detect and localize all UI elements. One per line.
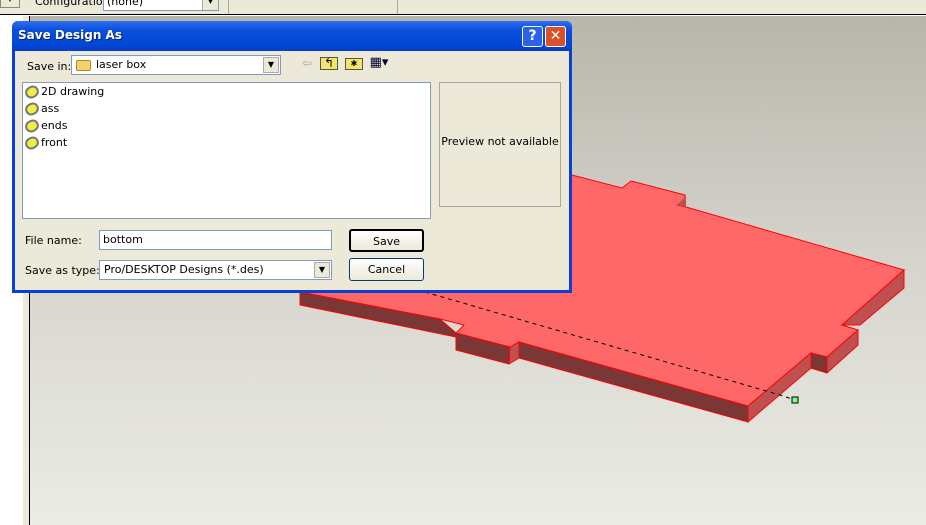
preview-pane: Preview not available <box>439 82 561 207</box>
help-button[interactable]: ? <box>522 26 543 47</box>
save-button[interactable]: Save <box>349 229 424 252</box>
design-file-icon <box>22 134 42 152</box>
folder-icon <box>76 59 91 71</box>
file-name: ends <box>41 119 68 132</box>
file-item[interactable]: front <box>22 134 430 152</box>
file-name: front <box>41 136 68 149</box>
file-item[interactable]: ass <box>22 100 430 118</box>
close-button[interactable]: ✕ <box>545 26 566 47</box>
chevron-down-icon[interactable]: ▼ <box>263 57 279 73</box>
dialog-titlebar[interactable]: Save Design As ? ✕ <box>12 21 572 51</box>
save-in-label: Save in: <box>27 60 72 73</box>
save-as-type-value: Pro/DESKTOP Designs (*.des) <box>104 263 264 276</box>
cancel-button[interactable]: Cancel <box>349 258 424 281</box>
save-in-select[interactable]: laser box ▼ <box>71 55 281 75</box>
save-design-as-dialog: Save Design As ? ✕ Save in: laser box ▼ … <box>12 21 572 293</box>
file-item[interactable]: 2D drawing <box>22 83 430 101</box>
file-name-label: File name: <box>25 234 82 247</box>
file-item[interactable]: ends <box>22 117 430 135</box>
file-name-input[interactable]: bottom <box>99 230 332 250</box>
dialog-title: Save Design As <box>18 28 122 42</box>
save-in-value: laser box <box>96 58 147 71</box>
design-file-icon <box>22 100 42 118</box>
view-menu-icon[interactable]: ▦▾ <box>368 55 390 71</box>
up-folder-icon[interactable]: ↰ <box>320 57 338 70</box>
file-name: ass <box>41 102 60 115</box>
back-arrow-icon[interactable]: ⇦ <box>298 55 316 71</box>
save-as-type-label: Save as type: <box>25 264 100 277</box>
part-notch-right-front <box>810 352 828 374</box>
design-file-icon <box>22 117 42 135</box>
chevron-down-icon[interactable]: ▼ <box>314 262 330 278</box>
selection-handle[interactable] <box>791 396 799 404</box>
file-name: 2D drawing <box>41 85 105 98</box>
new-folder-icon[interactable]: ✱ <box>345 58 363 70</box>
save-as-type-select[interactable]: Pro/DESKTOP Designs (*.des) ▼ <box>99 260 332 280</box>
preview-text: Preview not available <box>441 135 559 148</box>
design-file-icon <box>22 83 42 101</box>
file-list[interactable]: 2D drawing ass ends front <box>22 82 431 219</box>
